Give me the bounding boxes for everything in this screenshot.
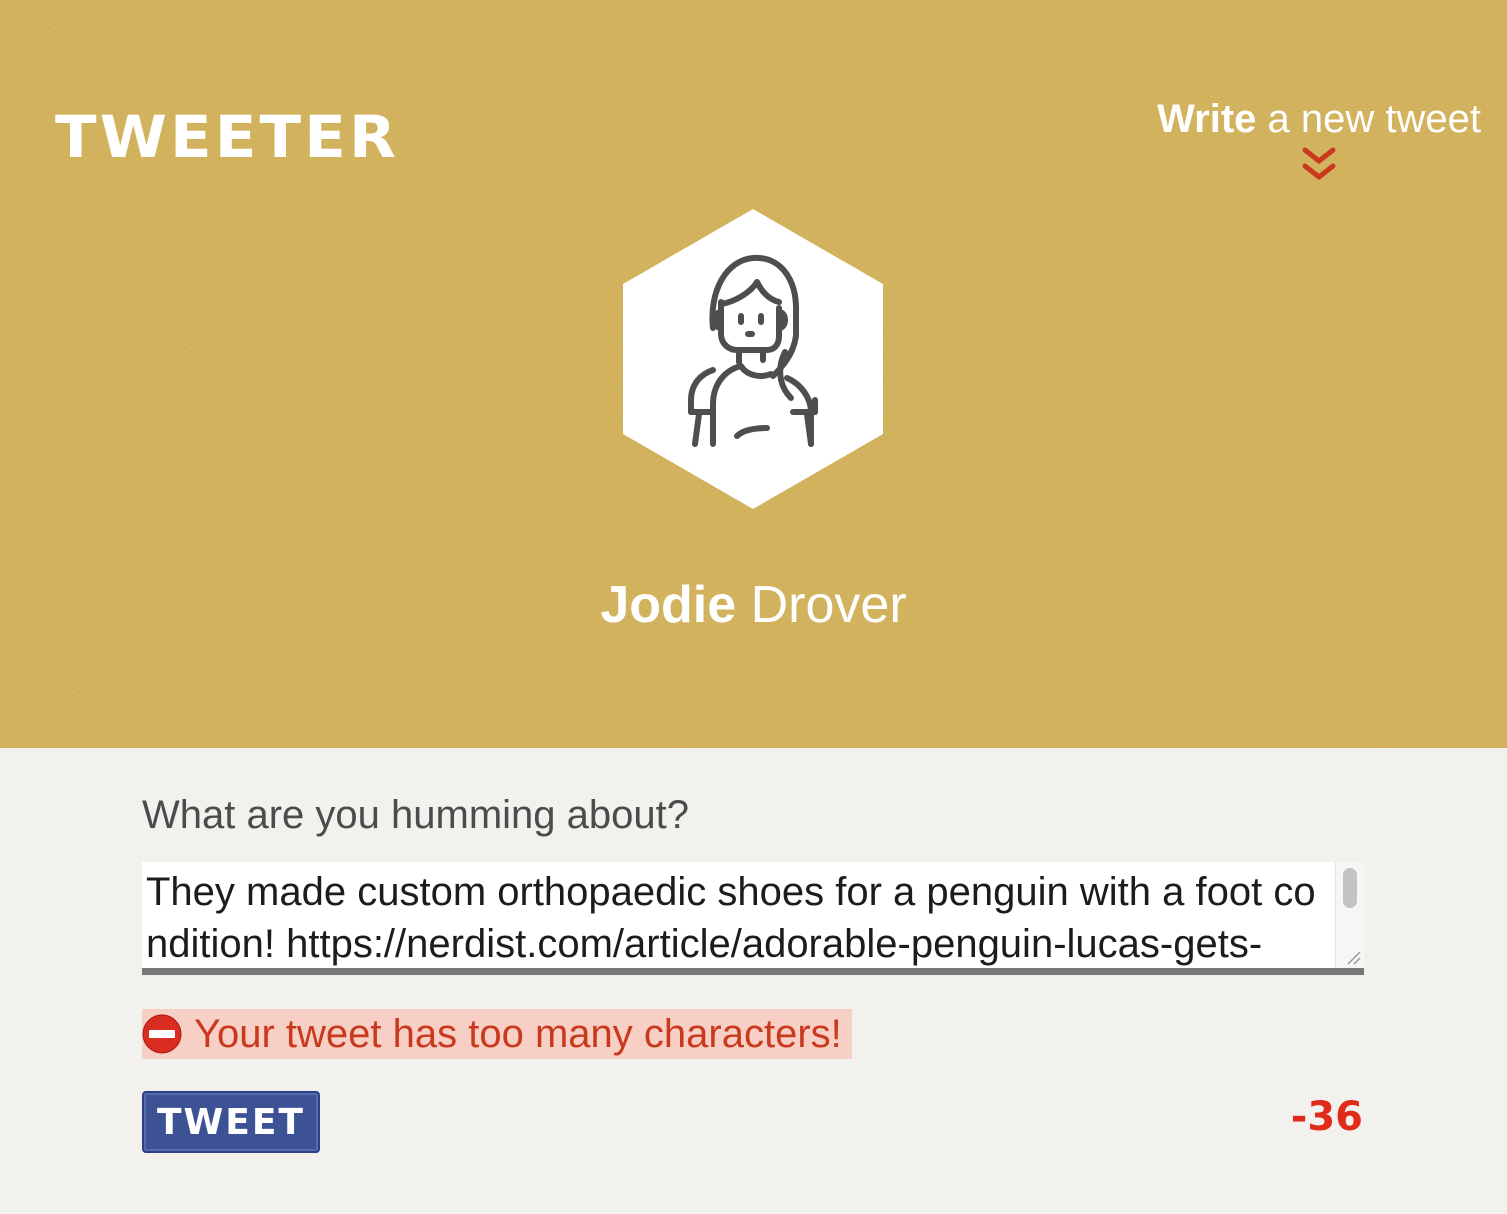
brand-logo[interactable]: Tweeter [55, 104, 399, 170]
character-counter: -36 [1290, 1094, 1363, 1140]
page: Tweeter Write a new tweet [0, 0, 1507, 1214]
user-first-name: Jodie [600, 576, 737, 634]
write-label-rest: a new tweet [1267, 97, 1481, 141]
resize-handle-icon[interactable] [1344, 948, 1362, 966]
profile-header: Tweeter Write a new tweet [0, 0, 1507, 748]
double-chevron-down-icon [1302, 147, 1336, 180]
tweet-textarea-content[interactable]: They made custom orthopaedic shoes for a… [146, 866, 1326, 966]
write-label-strong: Write [1157, 97, 1257, 141]
no-entry-icon [142, 1014, 182, 1054]
error-message: Your tweet has too many characters! [142, 1009, 852, 1059]
write-new-tweet-label: Write a new tweet [1157, 96, 1481, 142]
tweet-prompt-label: What are you humming about? [142, 793, 689, 837]
write-new-tweet-link[interactable]: Write a new tweet [1157, 96, 1481, 184]
tweet-submit-button[interactable]: TWEET [142, 1091, 320, 1153]
user-full-name: Jodie Drover [0, 574, 1507, 636]
scrollbar-thumb[interactable] [1343, 868, 1357, 908]
tweet-textarea[interactable]: They made custom orthopaedic shoes for a… [142, 862, 1364, 975]
error-text: Your tweet has too many characters! [194, 1012, 842, 1056]
user-last-name: Drover [750, 576, 907, 634]
woman-avatar-icon [623, 209, 883, 509]
